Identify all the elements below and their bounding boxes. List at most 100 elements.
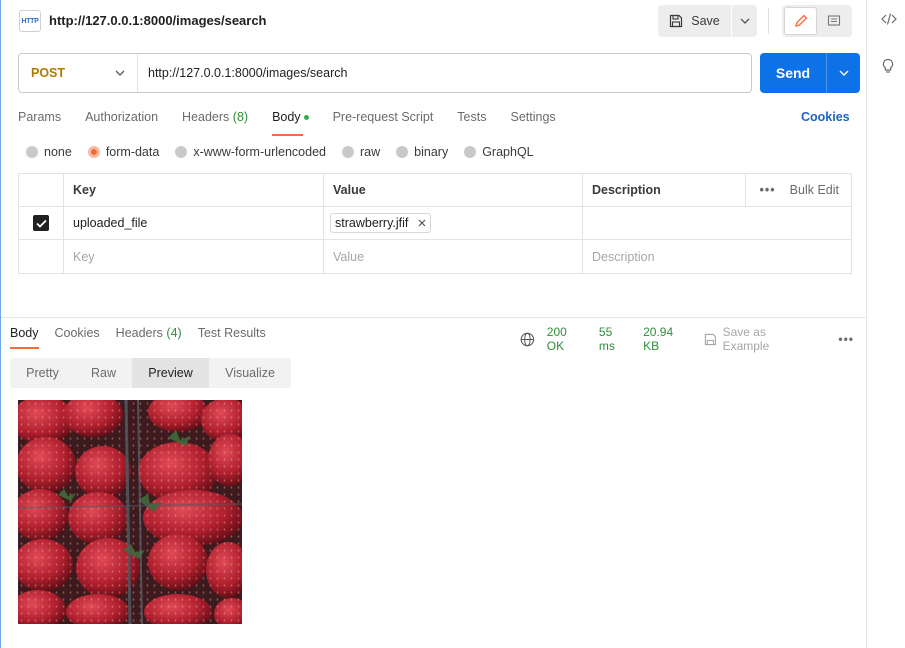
toolbar-divider <box>768 8 769 34</box>
headers-count: (8) <box>232 110 249 124</box>
response-tab-cookies[interactable]: Cookies <box>55 326 100 348</box>
radio-dot <box>26 146 38 158</box>
response-tab-test-results[interactable]: Test Results <box>198 326 266 348</box>
column-header-key: Key <box>64 174 324 206</box>
code-icon[interactable] <box>881 12 897 29</box>
response-tabs: Body Cookies Headers (4) Test Results <box>10 326 282 349</box>
radio-binary[interactable]: binary <box>396 145 448 159</box>
tab-label: Cookies <box>54 326 100 340</box>
request-header: HTTP http://127.0.0.1:8000/images/search… <box>1 0 867 42</box>
radio-label: none <box>44 145 72 159</box>
chevron-down-icon <box>839 70 848 76</box>
checkmark-icon <box>35 219 47 228</box>
http-badge-label: HTTP <box>21 17 39 25</box>
tab-body[interactable]: Body <box>272 108 309 136</box>
url-input[interactable]: http://127.0.0.1:8000/images/search <box>138 66 347 80</box>
radio-x-www-form-urlencoded[interactable]: x-www-form-urlencoded <box>175 145 326 159</box>
column-header-description-cell: Description ••• Bulk Edit <box>583 173 851 207</box>
http-request-icon: HTTP <box>19 10 41 32</box>
more-options-icon[interactable]: ••• <box>760 183 776 197</box>
value-cell[interactable]: strawberry.jfif <box>324 207 583 239</box>
value-input[interactable]: Value <box>324 240 583 273</box>
response-tab-headers[interactable]: Headers (4) <box>116 326 182 348</box>
mode-toggle <box>782 5 852 37</box>
tab-label: Tests <box>457 110 487 124</box>
radio-dot <box>396 146 409 158</box>
table-header-row: Key Value Description ••• Bulk Edit <box>19 173 851 207</box>
pencil-icon <box>794 14 807 27</box>
request-panel: HTTP http://127.0.0.1:8000/images/search… <box>0 0 867 648</box>
close-icon[interactable] <box>418 219 426 227</box>
response-preview-image <box>18 400 242 624</box>
comments-mode-button[interactable] <box>817 7 850 35</box>
save-button-group: Save <box>658 5 757 37</box>
method-label: POST <box>31 66 66 80</box>
header-divider <box>744 173 746 207</box>
response-tab-body[interactable]: Body <box>10 326 39 349</box>
tab-pre-request-script[interactable]: Pre-request Script <box>333 108 434 134</box>
tab-label: Params <box>18 110 62 124</box>
radio-dot <box>464 146 477 158</box>
tab-label: Test Results <box>197 326 266 340</box>
save-options-button[interactable] <box>732 5 757 37</box>
bulk-edit-area: ••• Bulk Edit <box>744 173 839 207</box>
description-input[interactable]: Description <box>583 240 851 273</box>
key-input[interactable]: Key <box>64 240 324 273</box>
chevron-down-icon <box>115 70 125 76</box>
file-chip: strawberry.jfif <box>330 213 432 233</box>
globe-icon[interactable] <box>520 332 535 347</box>
tab-headers[interactable]: Headers (8) <box>182 108 248 134</box>
radio-label: form-data <box>105 145 160 159</box>
radio-raw[interactable]: raw <box>342 145 380 159</box>
radio-label: GraphQL <box>482 145 534 159</box>
description-cell[interactable] <box>583 207 851 239</box>
response-size[interactable]: 20.94 KB <box>643 325 692 353</box>
radio-form-data[interactable]: form-data <box>87 145 160 159</box>
send-button[interactable]: Send <box>760 53 827 93</box>
tab-tests[interactable]: Tests <box>457 108 486 134</box>
response-time[interactable]: 55 ms <box>599 325 631 353</box>
status-code[interactable]: 200 OK <box>547 325 587 353</box>
body-type-selector: none form-data x-www-form-urlencoded raw… <box>26 145 550 159</box>
save-button[interactable]: Save <box>658 5 732 37</box>
send-options-button[interactable] <box>827 53 860 93</box>
more-options-icon[interactable]: ••• <box>838 332 854 346</box>
body-indicator-dot <box>303 115 309 121</box>
tab-settings[interactable]: Settings <box>510 108 555 134</box>
row-checkbox-cell <box>19 207 64 239</box>
radio-graphql[interactable]: GraphQL <box>464 145 534 159</box>
bulk-edit-link[interactable]: Bulk Edit <box>790 183 839 197</box>
tab-label: Settings <box>510 110 556 124</box>
radio-label: binary <box>414 145 449 159</box>
method-select[interactable]: POST <box>19 54 138 92</box>
column-header-value: Value <box>324 174 583 206</box>
radio-label: raw <box>360 145 381 159</box>
view-tab-raw[interactable]: Raw <box>75 358 132 388</box>
tab-label: Body <box>272 110 301 124</box>
lightbulb-icon[interactable] <box>881 58 895 77</box>
send-button-group: Send <box>760 53 860 93</box>
tab-label: Authorization <box>85 110 159 124</box>
response-divider[interactable] <box>1 317 867 318</box>
radio-label: x-www-form-urlencoded <box>193 145 326 159</box>
response-view-tabs: Pretty Raw Preview Visualize <box>10 358 291 388</box>
view-tab-pretty[interactable]: Pretty <box>10 358 75 388</box>
edit-mode-button[interactable] <box>784 7 817 35</box>
tab-authorization[interactable]: Authorization <box>85 108 158 134</box>
tab-params[interactable]: Params <box>18 108 61 134</box>
right-sidebar <box>866 0 905 648</box>
url-bar: POST http://127.0.0.1:8000/images/search <box>18 53 752 93</box>
view-tab-visualize[interactable]: Visualize <box>209 358 291 388</box>
save-as-example-label: Save as Example <box>722 325 770 353</box>
tab-label: Headers <box>115 326 163 340</box>
view-tab-preview[interactable]: Preview <box>132 358 209 388</box>
key-cell[interactable]: uploaded_file <box>64 207 324 239</box>
save-label: Save <box>691 14 720 28</box>
save-as-example-button[interactable]: Save as Example <box>704 325 827 353</box>
row-enabled-checkbox[interactable] <box>33 215 49 231</box>
radio-dot <box>342 146 354 158</box>
radio-none[interactable]: none <box>26 145 72 159</box>
radio-dot-selected <box>87 146 100 158</box>
request-title[interactable]: http://127.0.0.1:8000/images/search <box>49 13 267 28</box>
cookies-link[interactable]: Cookies <box>801 110 850 124</box>
